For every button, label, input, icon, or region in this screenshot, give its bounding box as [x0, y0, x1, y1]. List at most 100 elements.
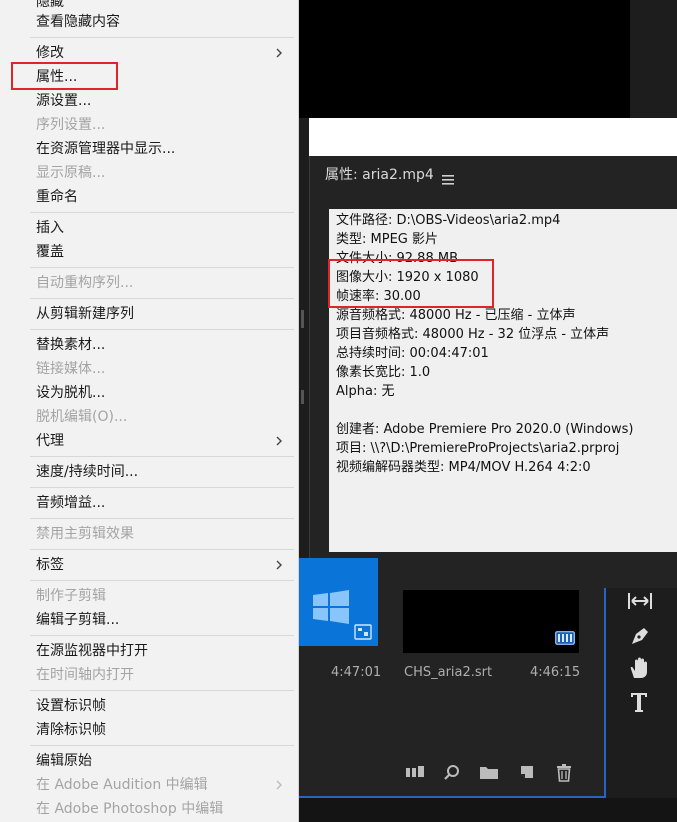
menu-item-sequence-settings: 序列设置... [36, 114, 290, 136]
menu-item-label: 禁用主剪辑效果 [36, 526, 134, 542]
menu-item-replace-footage[interactable]: 替换素材... [36, 334, 290, 356]
menu-item-new-sequence-from-clip[interactable]: 从剪辑新建序列 [36, 303, 290, 325]
slip-tool-icon[interactable] [626, 590, 654, 616]
menu-item-audio-gain[interactable]: 音频增益... [36, 492, 290, 514]
menu-item-label: 从剪辑新建序列 [36, 306, 134, 322]
menu-item-edit-in-audition: 在 Adobe Audition 中编辑 [36, 774, 290, 796]
menu-item-label: 在时间轴内打开 [36, 667, 134, 683]
project-panel: 4:47:01 CHS_aria2.srt 4:46:15 [299, 558, 606, 796]
hamburger-icon[interactable] [442, 170, 454, 189]
menu-item-label: 替换素材... [36, 337, 106, 353]
menu-separator [30, 329, 294, 330]
duration-line: 总持续时间: 00:04:47:01 [336, 346, 489, 361]
menu-item-label: 脱机编辑(O)... [36, 409, 128, 425]
search-icon[interactable] [443, 764, 461, 786]
chevron-right-icon [276, 42, 286, 64]
context-menu: 隐藏 查看隐藏内容 修改 属性... 源设置... 序列设置... 在资源管理器… [0, 0, 299, 822]
menu-item-overwrite[interactable]: 覆盖 [36, 241, 290, 263]
video-clip-badge-icon [555, 630, 575, 649]
frame-rate-line: 帧速率: 30.00 [336, 289, 421, 304]
bottom-bar [299, 798, 677, 822]
menu-item-label: 源设置... [36, 93, 92, 109]
menu-item-edit-subclip[interactable]: 编辑子剪辑... [36, 609, 290, 631]
menu-item-label: 链接媒体... [36, 361, 106, 377]
menu-item-proxy[interactable]: 代理 [36, 430, 290, 452]
clip-thumbnail-2[interactable] [403, 590, 579, 653]
menu-item-label: 设为脱机... [36, 385, 106, 401]
menu-item-properties[interactable]: 属性... [36, 66, 290, 88]
chevron-right-icon [276, 774, 286, 796]
alpha-line: Alpha: 无 [336, 384, 395, 399]
menu-item-make-offline[interactable]: 设为脱机... [36, 382, 290, 404]
menu-item-reveal-in-explorer[interactable]: 在资源管理器中显示... [36, 138, 290, 160]
menu-item-modify[interactable]: 修改 [36, 42, 290, 64]
menu-separator [30, 37, 294, 38]
program-monitor [299, 0, 677, 118]
menu-item-open-in-source-monitor[interactable]: 在源监视器中打开 [36, 640, 290, 662]
menu-item-label: 插入 [36, 220, 64, 236]
file-size-line: 文件大小: 92.88 MB [336, 251, 458, 266]
new-item-icon[interactable] [519, 764, 535, 784]
menu-item-clear-poster-frame[interactable]: 清除标识帧 [36, 719, 290, 741]
menu-item-reveal-original: 显示原稿... [36, 162, 290, 184]
menu-item-source-settings[interactable]: 源设置... [36, 90, 290, 112]
panel-edge [299, 240, 309, 540]
menu-item-insert[interactable]: 插入 [36, 217, 290, 239]
image-size-line: 图像大小: 1920 x 1080 [336, 270, 479, 285]
menu-item-label: 在 Adobe Audition 中编辑 [36, 777, 208, 793]
menu-item-edit-original[interactable]: 编辑原始 [36, 750, 290, 772]
tools-panel [620, 588, 660, 728]
new-bin-icon[interactable] [479, 764, 499, 784]
menu-item-label: 编辑原始 [36, 753, 92, 769]
menu-separator [30, 580, 294, 581]
menu-separator [30, 518, 294, 519]
menu-item-label: 速度/持续时间... [36, 464, 139, 480]
menu-item-label: 在资源管理器中显示... [36, 141, 176, 157]
sequence-badge-icon [354, 624, 372, 644]
menu-item-label: 显示原稿... [36, 165, 106, 181]
menu-item-make-subclip: 制作子剪辑 [36, 585, 290, 607]
window-gap [309, 118, 677, 156]
menu-item-edit-in-photoshop: 在 Adobe Photoshop 中编辑 [36, 798, 290, 820]
creator-line: 创建者: Adobe Premiere Pro 2020.0 (Windows) [336, 422, 634, 437]
menu-item-label: 在 Adobe Photoshop 中编辑 [36, 801, 224, 817]
hand-tool-icon[interactable] [626, 656, 654, 682]
menu-item-label: 重命名 [36, 189, 78, 205]
menu-separator [30, 456, 294, 457]
menu-item-label: 代理 [36, 433, 64, 449]
chevron-right-icon [276, 430, 286, 452]
menu-item-label-submenu[interactable]: 标签 [36, 554, 290, 576]
menu-item-open-in-timeline: 在时间轴内打开 [36, 664, 290, 686]
trash-icon[interactable] [556, 764, 572, 786]
menu-separator [30, 635, 294, 636]
pixel-aspect-line: 像素长宽比: 1.0 [336, 365, 431, 380]
properties-window: 属性: aria2.mp4 文件路径: D:\OBS-Videos\aria2.… [309, 156, 677, 588]
menu-item-label: 修改 [36, 45, 64, 61]
menu-separator [30, 487, 294, 488]
clip-thumbnail-1[interactable] [299, 558, 378, 646]
menu-item-set-poster-frame[interactable]: 设置标识帧 [36, 695, 290, 717]
chevron-right-icon [276, 554, 286, 576]
clip1-duration: 4:47:01 [331, 665, 382, 680]
menu-item-view-hidden[interactable]: 查看隐藏内容 [36, 11, 290, 33]
menu-item-label: 查看隐藏内容 [36, 14, 120, 30]
file-path-line: 文件路径: D:\OBS-Videos\aria2.mp4 [336, 213, 561, 228]
menu-item-rename[interactable]: 重命名 [36, 186, 290, 208]
menu-item-link-media: 链接媒体... [36, 358, 290, 380]
menu-item-label: 制作子剪辑 [36, 588, 106, 604]
menu-item-label: 属性... [36, 69, 78, 85]
menu-item-label: 标签 [36, 557, 64, 573]
freeform-view-icon[interactable] [405, 764, 425, 784]
menu-separator [30, 267, 294, 268]
menu-item-label: 覆盖 [36, 244, 64, 260]
clip2-duration: 4:46:15 [530, 665, 581, 680]
menu-item-speed-duration[interactable]: 速度/持续时间... [36, 461, 290, 483]
type-line: 类型: MPEG 影片 [336, 232, 438, 247]
type-tool-icon[interactable] [626, 690, 654, 716]
clip2-name: CHS_aria2.srt [404, 665, 493, 680]
menu-separator [30, 745, 294, 746]
pen-tool-icon[interactable] [626, 624, 654, 650]
menu-item-label: 在源监视器中打开 [36, 643, 148, 659]
codec-line: 视频编解码器类型: MP4/MOV H.264 4:2:0 [336, 460, 591, 475]
source-audio-line: 源音频格式: 48000 Hz - 已压缩 - 立体声 [336, 308, 576, 323]
